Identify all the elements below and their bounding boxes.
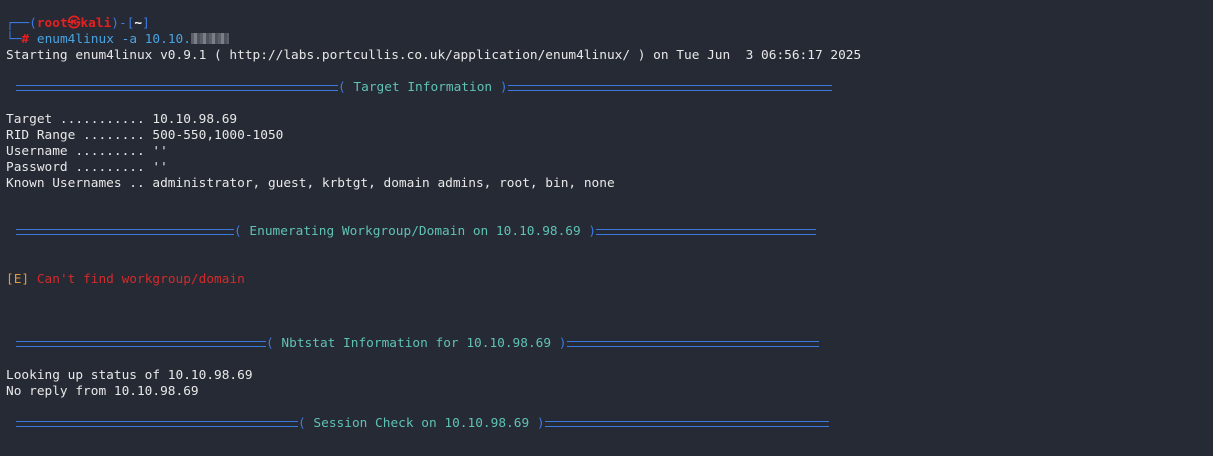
error-line: [E] Can't find workgroup/domain [6,272,245,288]
start-line: Starting enum4linux v0.9.1 ( http://labs… [6,48,862,63]
known-usernames-line: Known Usernames .. administrator, guest,… [6,176,615,191]
prompt-line-top: ┌──(root㉿kali)-[~] [6,16,150,32]
banner-workgroup: ( Enumerating Workgroup/Domain on 10.10.… [16,224,817,240]
banner-rule-left [16,229,234,235]
banner-rule-right [566,341,819,347]
command-name: enum4linux [36,32,114,47]
banner-title: ( Nbtstat Information for 10.10.98.69 ) [266,336,567,351]
command-line: └─# enum4linux -a 10.10. [6,32,229,48]
banner-nbtstat: ( Nbtstat Information for 10.10.98.69 ) [16,336,819,352]
prompt-close-cwd: ] [142,16,150,31]
error-tag: [E] [6,272,30,287]
banner-rule-right [507,85,832,91]
banner-rule-left [16,421,298,427]
rid-range-line: RID Range ........ 500-550,1000-1050 [6,128,284,143]
password-line: Password ......... '' [6,160,168,175]
banner-session-check: ( Session Check on 10.10.98.69 ) [16,416,829,432]
prompt-host: kali [80,16,112,31]
prompt-top-corner: ┌──( [6,16,37,31]
terminal-window[interactable]: ┌──(root㉿kali)-[~] └─# enum4linux -a 10.… [0,0,1213,456]
target-line: Target ........... 10.10.98.69 [6,112,238,127]
username-line: Username ......... '' [6,144,168,159]
banner-title: ( Target Information ) [338,80,508,95]
banner-target-information: ( Target Information ) [16,80,832,96]
error-text: Can't find workgroup/domain [36,272,245,287]
banner-rule-left [16,85,338,91]
banner-rule-right [596,229,817,235]
redacted-ip-segment [190,33,229,44]
nbtstat-lookup-line: Looking up status of 10.10.98.69 [6,368,253,383]
banner-rule-right [544,421,829,427]
prompt-close-host: )-[ [111,16,135,31]
prompt-user: root [36,16,68,31]
prompt-hash: # [21,32,30,47]
banner-rule-left [16,341,266,347]
prompt-at-symbol: ㉿ [67,16,81,31]
banner-title: ( Session Check on 10.10.98.69 ) [298,416,545,431]
prompt-bottom-corner: └─ [6,32,22,47]
nbtstat-noreply-line: No reply from 10.10.98.69 [6,384,199,399]
banner-title: ( Enumerating Workgroup/Domain on 10.10.… [234,224,597,239]
prompt-cwd: ~ [134,16,143,31]
command-args: -a 10.10. [113,32,191,47]
